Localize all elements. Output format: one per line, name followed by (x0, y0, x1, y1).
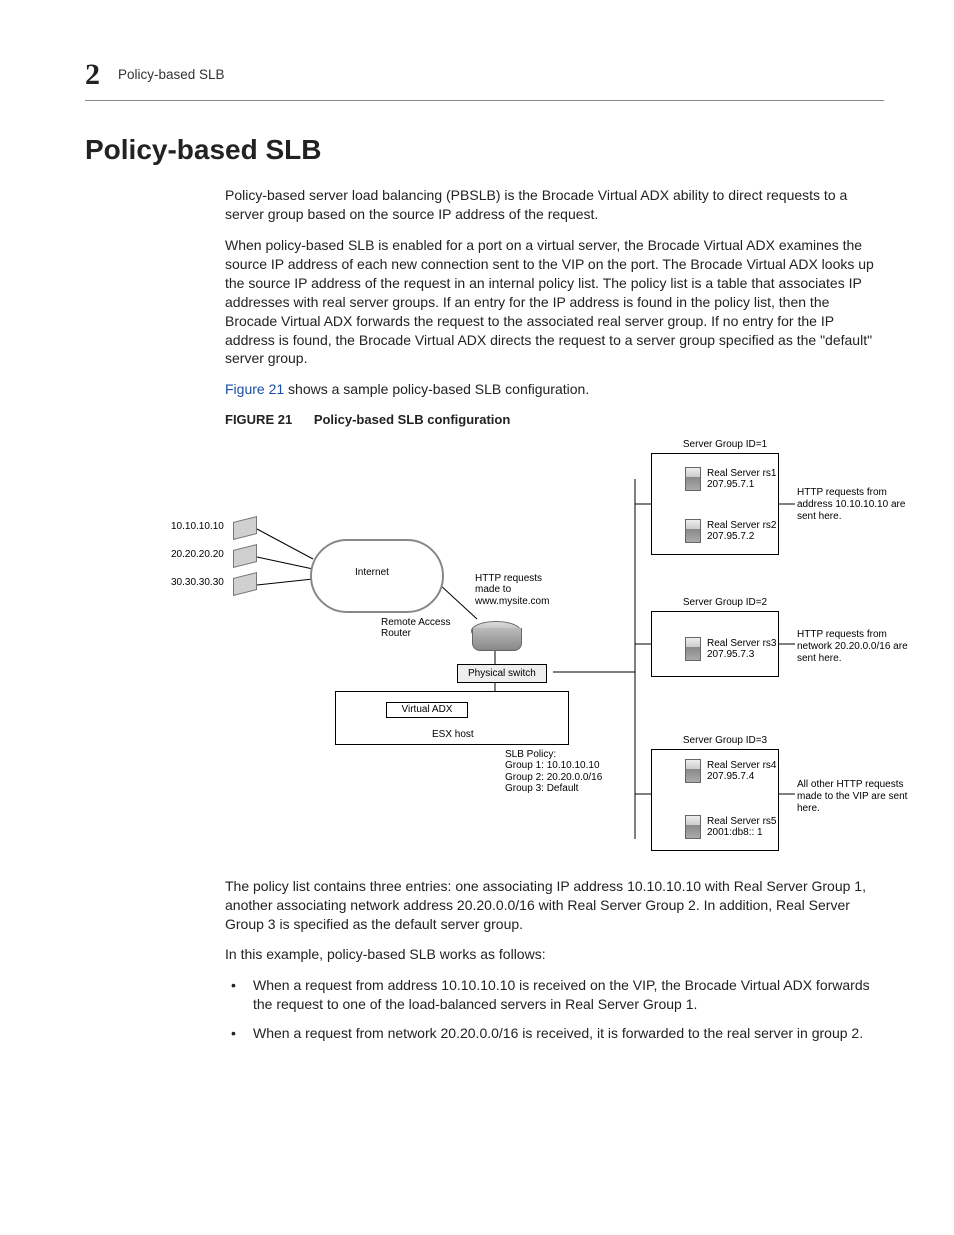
server-ip: 207.95.7.3 (707, 649, 754, 660)
figure-caption: FIGURE 21 Policy-based SLB configuration (225, 411, 884, 429)
server-icon (685, 815, 701, 839)
router-icon (471, 621, 521, 641)
server-row: Real Server rs1207.95.7.1 (685, 467, 776, 491)
running-title: Policy-based SLB (118, 66, 225, 84)
figure-caption-label: FIGURE 21 (225, 412, 292, 427)
http-requests-label: HTTP requests made to www.mysite.com (475, 573, 549, 608)
figure-ref-tail: shows a sample policy-based SLB configur… (284, 381, 589, 397)
group-annotation: HTTP requests from address 10.10.10.10 a… (797, 487, 912, 523)
page-title: Policy-based SLB (85, 131, 884, 169)
server-name: Real Server rs4 (707, 760, 776, 771)
server-name: Real Server rs2 (707, 520, 776, 531)
page-header: 2 Policy-based SLB (85, 55, 884, 101)
esx-host-box: Virtual ADX ESX host (335, 691, 569, 745)
server-name: Real Server rs1 (707, 468, 776, 479)
internet-label: Internet (355, 567, 389, 579)
server-row: Real Server rs3207.95.7.3 (685, 637, 776, 661)
server-row: Real Server rs52001:db8:: 1 (685, 815, 776, 839)
server-group-title: Server Group ID=3 (665, 735, 785, 747)
slb-policy-line: Group 1: 10.10.10.10 (505, 760, 635, 772)
slb-policy-line: Group 2: 20.20.0.0/16 (505, 772, 635, 784)
diagram-connectors (195, 439, 895, 869)
router-label: Remote Access Router (381, 617, 450, 640)
server-group-title: Server Group ID=1 (665, 439, 785, 451)
paragraph-policy-list: The policy list contains three entries: … (225, 877, 884, 934)
server-icon (685, 467, 701, 491)
server-icon (685, 759, 701, 783)
client-ip: 20.20.20.20 (171, 549, 224, 561)
list-item: When a request from network 20.20.0.0/16… (225, 1024, 884, 1043)
server-row: Real Server rs4207.95.7.4 (685, 759, 776, 783)
paragraph-description: When policy-based SLB is enabled for a p… (225, 236, 884, 368)
client-ip: 10.10.10.10 (171, 521, 224, 533)
server-group-title: Server Group ID=2 (665, 597, 785, 609)
server-name: Real Server rs5 (707, 816, 776, 827)
server-name: Real Server rs3 (707, 638, 776, 649)
physical-switch: Physical switch (457, 664, 547, 684)
paragraph-intro: Policy-based server load balancing (PBSL… (225, 186, 884, 224)
server-ip: 2001:db8:: 1 (707, 827, 763, 838)
server-ip: 207.95.7.2 (707, 531, 754, 542)
esx-host-label: ESX host (432, 728, 474, 742)
server-row: Real Server rs2207.95.7.2 (685, 519, 776, 543)
server-ip: 207.95.7.1 (707, 479, 754, 490)
virtual-adx-box: Virtual ADX (386, 702, 468, 718)
section-number: 2 (85, 55, 100, 96)
group-annotation: All other HTTP requests made to the VIP … (797, 779, 912, 815)
slb-policy-block: SLB Policy: Group 1: 10.10.10.10 Group 2… (505, 749, 635, 795)
figure-diagram: 10.10.10.10 20.20.20.20 30.30.30.30 Inte… (195, 439, 895, 869)
paragraph-figref: Figure 21 shows a sample policy-based SL… (225, 380, 884, 399)
figure-ref-link[interactable]: Figure 21 (225, 381, 284, 397)
client-ip: 30.30.30.30 (171, 577, 224, 589)
figure-caption-text: Policy-based SLB configuration (314, 412, 510, 427)
slb-policy-line: Group 3: Default (505, 783, 635, 795)
group-annotation: HTTP requests from network 20.20.0.0/16 … (797, 629, 912, 665)
list-item: When a request from address 10.10.10.10 … (225, 976, 884, 1014)
server-icon (685, 637, 701, 661)
server-icon (685, 519, 701, 543)
example-bullet-list: When a request from address 10.10.10.10 … (225, 976, 884, 1043)
server-ip: 207.95.7.4 (707, 771, 754, 782)
slb-policy-title: SLB Policy: (505, 749, 635, 761)
paragraph-example-lead: In this example, policy-based SLB works … (225, 945, 884, 964)
